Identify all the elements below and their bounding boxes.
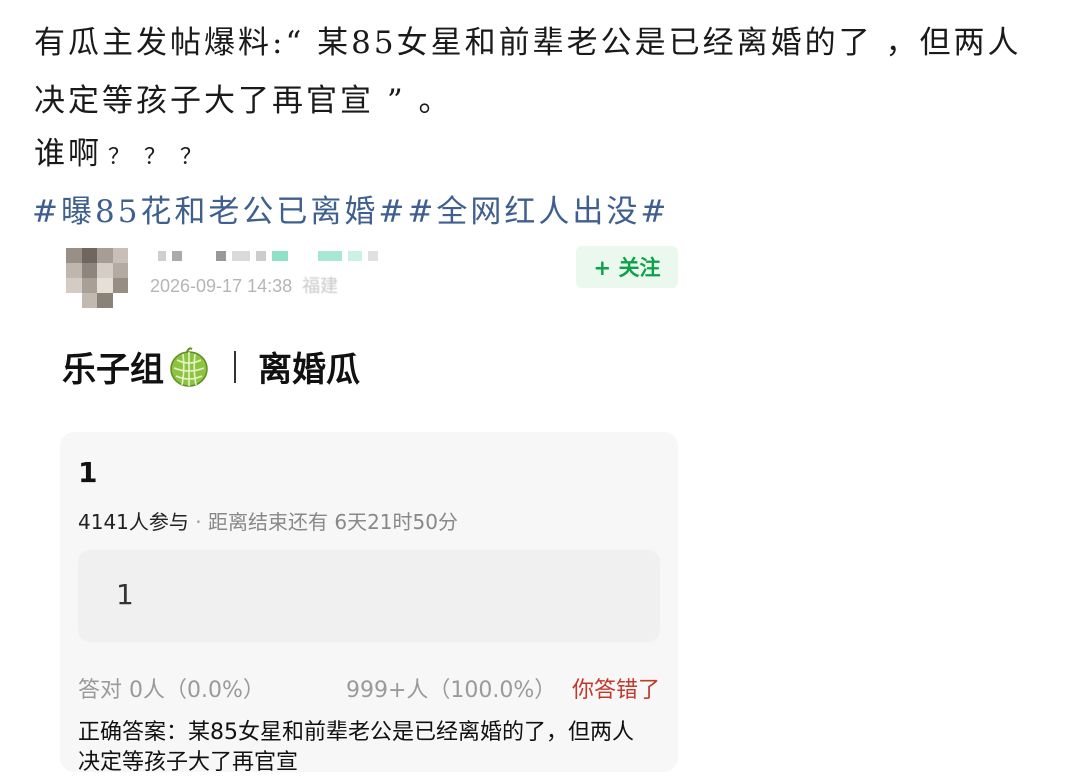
correct-count: 答对 0人（0.0%） (78, 678, 265, 703)
quiz-option-text: 1 (116, 578, 134, 611)
hashtag-celebrity[interactable]: #全网红人出没# (407, 194, 669, 230)
quiz-participants: 4141人参与 (78, 510, 189, 534)
post-location: 福建 (302, 276, 339, 296)
quiz-option[interactable]: 1 (78, 550, 660, 642)
wrong-answer-label: 你答错了 (571, 678, 660, 703)
hashtag-row: #曝85花和老公已离婚##全网红人出没# (32, 186, 669, 231)
stats-separator: · (195, 510, 202, 534)
avatar[interactable] (66, 248, 144, 308)
group-topic: 离婚瓜 (258, 350, 360, 390)
post-question: 谁啊？？？ (34, 128, 216, 173)
title-divider (234, 350, 236, 383)
follow-button[interactable]: + 关注 (576, 246, 678, 288)
post-caption: 有瓜主发帖爆料:“ 某85女星和前辈老公是已经离婚的了 ，但两人决定等孩子大了再… (34, 25, 1022, 119)
post-timestamp: 2026-09-17 14:38 (150, 276, 293, 296)
quiz-stats: 4141人参与 · 距离结束还有 6天21时50分 (78, 506, 458, 535)
group-header[interactable]: 乐子组 离婚瓜 (62, 342, 360, 391)
quiz-card[interactable]: 1 4141人参与 · 距离结束还有 6天21时50分 1 答对 0人（0.0%… (60, 432, 678, 775)
hashtag-divorce[interactable]: #曝85花和老公已离婚# (32, 194, 407, 230)
question-marks: ？？？ (108, 145, 217, 170)
post-meta: 2026-09-17 14:38 福建 (150, 272, 338, 298)
quiz-title: 1 (78, 456, 98, 489)
author-name-redacted[interactable] (158, 251, 418, 261)
quiz-time-left: 距离结束还有 6天21时50分 (207, 510, 458, 534)
group-name: 乐子组 (62, 350, 164, 390)
melon-icon (170, 346, 208, 387)
correct-answer: 正确答案：某85女星和前辈老公是已经离婚的了，但两人决定等孩子大了再官宣 (78, 720, 634, 775)
wrong-count: 999+人（100.0%） (346, 678, 557, 703)
question-text: 谁啊 (34, 136, 102, 172)
